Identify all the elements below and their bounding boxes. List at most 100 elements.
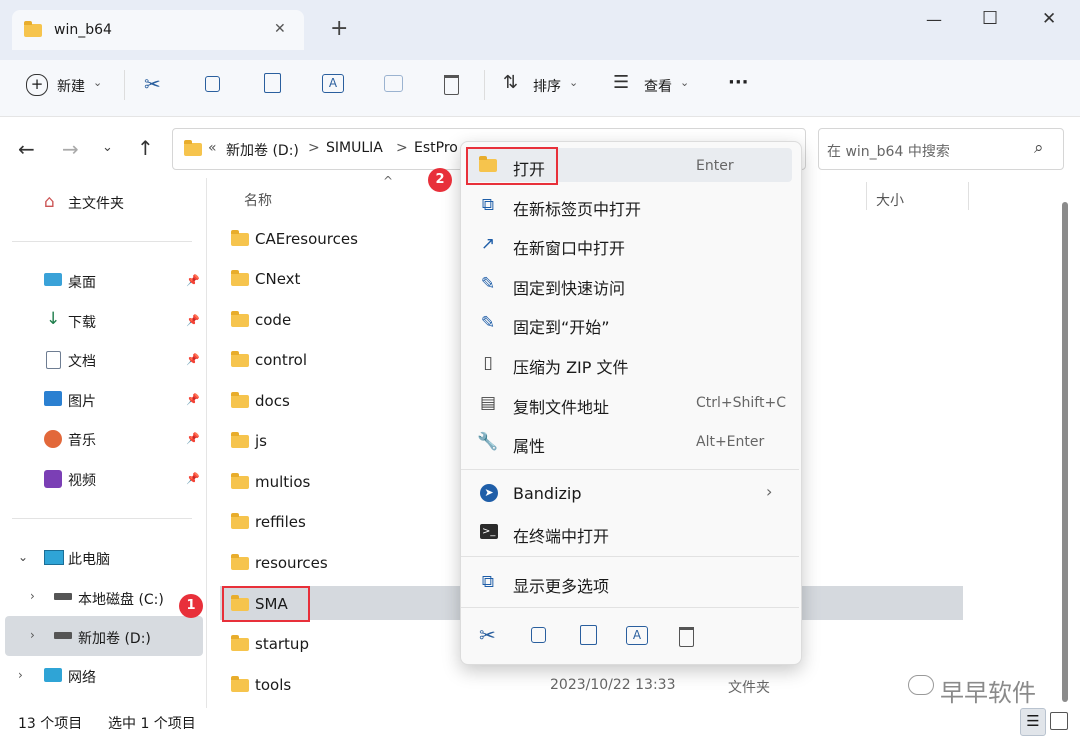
close-window-button[interactable]: ✕	[1042, 9, 1056, 29]
sidebar-item-videos[interactable]: 视频	[68, 470, 96, 490]
more-options-icon: ⧉	[481, 572, 495, 592]
column-header-size[interactable]: 大小	[876, 190, 904, 210]
video-icon	[44, 470, 62, 488]
tab-title: win_b64	[54, 22, 112, 38]
maximize-button[interactable]: ☐	[982, 8, 998, 29]
pin-icon[interactable]: 📌	[186, 353, 200, 366]
folder-icon	[24, 21, 42, 37]
search-input[interactable]: 在 win_b64 中搜索	[827, 141, 950, 161]
menu-item-properties[interactable]: 属性	[513, 433, 545, 457]
sidebar-divider	[12, 241, 192, 242]
sidebar-divider	[12, 518, 192, 519]
pin-icon[interactable]: 📌	[186, 472, 200, 485]
menu-item-pin-quick-access[interactable]: 固定到快速访问	[513, 275, 625, 299]
details-view-button[interactable]: ☰	[1020, 708, 1046, 736]
up-arrow-icon[interactable]: ↑	[137, 136, 154, 160]
more-options-button[interactable]: ···	[728, 72, 749, 93]
sidebar-item-d-drive[interactable]: 新加卷 (D:)	[78, 628, 151, 648]
vertical-scrollbar[interactable]	[1062, 202, 1068, 702]
view-button[interactable]: 查看	[644, 76, 672, 96]
toolbar-divider	[484, 70, 485, 100]
menu-item-show-more[interactable]: 显示更多选项	[513, 573, 609, 597]
menu-item-open-new-window[interactable]: 在新窗口中打开	[513, 235, 625, 259]
folder-icon	[231, 270, 249, 286]
folder-icon	[184, 140, 202, 156]
list-item[interactable]: tools	[255, 676, 291, 694]
delete-icon[interactable]	[444, 75, 459, 95]
folder-icon	[231, 635, 249, 651]
sort-button[interactable]: 排序	[533, 76, 561, 96]
copy-icon[interactable]	[205, 76, 220, 92]
close-tab-icon[interactable]: ✕	[274, 21, 286, 37]
menu-item-compress-zip[interactable]: 压缩为 ZIP 文件	[513, 354, 629, 378]
sidebar-item-c-drive[interactable]: 本地磁盘 (C:)	[78, 589, 164, 609]
breadcrumb-simulia[interactable]: SIMULIA	[326, 140, 383, 156]
menu-item-open-new-tab[interactable]: 在新标签页中打开	[513, 196, 641, 220]
minimize-button[interactable]: —	[926, 10, 942, 29]
list-item[interactable]: CAEresources	[255, 230, 358, 248]
breadcrumb-d-drive[interactable]: 新加卷 (D:)	[226, 140, 299, 160]
sidebar-item-desktop[interactable]: 桌面	[68, 272, 96, 292]
pin-icon[interactable]: 📌	[186, 314, 200, 327]
paste-icon[interactable]	[580, 625, 597, 645]
recent-chevron-icon[interactable]: ⌄	[102, 140, 113, 155]
new-button[interactable]: 新建	[57, 76, 85, 96]
column-header-name[interactable]: 名称	[244, 190, 272, 210]
step-badge-2: 2	[428, 168, 452, 192]
sidebar-item-music[interactable]: 音乐	[68, 430, 96, 450]
step-badge-1: 1	[179, 594, 203, 618]
collapsed-chevron-icon[interactable]: ›	[30, 589, 35, 603]
list-item[interactable]: control	[255, 351, 307, 369]
folder-icon	[231, 513, 249, 529]
shortcut-properties: Alt+Enter	[696, 434, 765, 450]
expanded-chevron-icon[interactable]: ⌄	[18, 550, 28, 564]
paste-icon[interactable]	[264, 73, 281, 93]
sidebar-item-documents[interactable]: 文档	[68, 351, 96, 371]
rename-icon[interactable]: A	[322, 74, 344, 93]
share-icon[interactable]	[384, 75, 403, 92]
column-divider	[866, 182, 867, 210]
sidebar-item-network[interactable]: 网络	[68, 667, 96, 687]
copy-icon[interactable]	[531, 627, 546, 643]
folder-icon	[231, 230, 249, 246]
new-window-icon: ↗	[480, 234, 496, 254]
list-item[interactable]: reffiles	[255, 513, 306, 531]
sidebar-item-pictures[interactable]: 图片	[68, 391, 96, 411]
sidebar-item-this-pc[interactable]: 此电脑	[68, 549, 110, 569]
delete-icon[interactable]	[679, 627, 694, 647]
sidebar-item-home[interactable]: 主文件夹	[68, 193, 124, 213]
list-item[interactable]: CNext	[255, 270, 300, 288]
back-arrow-icon[interactable]: ←	[18, 137, 35, 161]
menu-item-copy-path[interactable]: 复制文件地址	[513, 394, 609, 418]
pin-icon[interactable]: 📌	[186, 393, 200, 406]
selection-count: 选中 1 个项目	[108, 716, 196, 732]
pin-icon[interactable]: 📌	[186, 432, 200, 445]
plus-circle-icon: +	[26, 74, 48, 96]
list-item[interactable]: multios	[255, 473, 310, 491]
list-item[interactable]: js	[255, 432, 267, 450]
shortcut-open: Enter	[696, 158, 734, 174]
menu-item-pin-start[interactable]: 固定到“开始”	[513, 314, 610, 338]
new-tab-button[interactable]: +	[330, 16, 348, 41]
rename-icon[interactable]: A	[626, 626, 648, 645]
folder-icon	[231, 351, 249, 367]
sidebar-item-downloads[interactable]: 下载	[68, 312, 96, 332]
list-item[interactable]: code	[255, 311, 291, 329]
menu-item-open-terminal[interactable]: 在终端中打开	[513, 523, 609, 547]
list-item[interactable]: docs	[255, 392, 290, 410]
network-icon	[44, 668, 62, 682]
desktop-icon	[44, 273, 62, 286]
collapsed-chevron-icon[interactable]: ›	[18, 668, 23, 682]
list-item[interactable]: startup	[255, 635, 309, 653]
menu-item-bandizip[interactable]: Bandizip	[513, 484, 582, 503]
tiles-view-button[interactable]	[1050, 712, 1068, 730]
list-item[interactable]: resources	[255, 554, 328, 572]
drive-icon	[54, 593, 72, 600]
pin-icon[interactable]: 📌	[186, 274, 200, 287]
forward-arrow-icon[interactable]: →	[62, 137, 79, 161]
cut-icon[interactable]: ✂	[144, 72, 161, 96]
overflow-crumbs[interactable]: «	[208, 140, 217, 156]
breadcrumb-estpro[interactable]: EstPro	[414, 140, 458, 156]
collapsed-chevron-icon[interactable]: ›	[30, 628, 35, 642]
cut-icon[interactable]: ✂	[479, 623, 496, 647]
